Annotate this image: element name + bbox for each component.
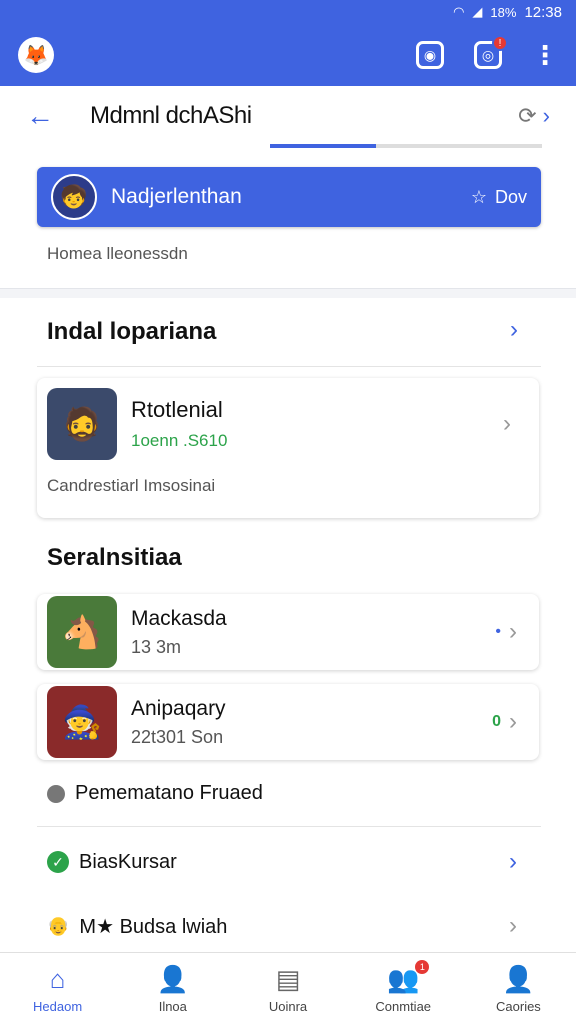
card-name: Rtotlenial xyxy=(131,397,223,422)
item-sub: 22t301 Son xyxy=(131,726,224,747)
check-icon: ✓ xyxy=(47,851,69,873)
game-thumbnail: 🧙 xyxy=(47,686,117,758)
item-name: Anipaqary xyxy=(131,696,226,720)
chevron-right-icon: › xyxy=(509,848,517,875)
chevron-right-icon: › xyxy=(509,618,517,645)
chevron-right-icon: › xyxy=(503,410,511,437)
status-badge: 0 xyxy=(492,713,501,730)
account-action[interactable]: ☆ Dov xyxy=(471,187,527,208)
tab-news[interactable]: ▤ Uoinra xyxy=(230,953,345,1024)
tab-home[interactable]: ⌂ Hedaom xyxy=(0,953,115,1024)
notifications-icon[interactable]: ◎! xyxy=(474,35,508,69)
account-banner[interactable]: 🧒 Nadjerlenthan ☆ Dov xyxy=(37,167,541,227)
featured-card[interactable]: 🧔 Rtotlenial 1oenn .S610 › Candrestiarl … xyxy=(37,378,539,518)
status-bar: ◠ ◢ 18% 12:38 xyxy=(0,0,576,24)
tab-community[interactable]: 👥 1 Conmtiae xyxy=(346,953,461,1024)
tab-label: Uoinra xyxy=(268,998,308,1014)
divider xyxy=(37,366,541,367)
title-bar: ← Mdmnl dchAShi ⟳ › xyxy=(0,86,576,146)
more-options-icon[interactable]: ⋮ xyxy=(532,42,558,68)
game-thumbnail: 🐴 xyxy=(47,596,117,668)
people-icon: 👥 1 xyxy=(387,959,430,995)
refresh-icon[interactable]: ⟳ › xyxy=(518,103,550,129)
avatar: 🧒 xyxy=(51,174,97,220)
item-name: Mackasda xyxy=(131,606,227,630)
item-sub: 13 3m xyxy=(131,636,182,657)
list-item[interactable]: 👴 M★ Budsa lwiah › xyxy=(47,912,539,940)
section-title: Seralnsitiaa xyxy=(47,544,182,571)
list-item[interactable]: 🐴 Mackasda 13 3m • › xyxy=(37,594,539,670)
profile-icon: 👤 xyxy=(502,963,535,994)
person-icon: 👤 xyxy=(156,963,189,994)
chevron-right-icon: › xyxy=(509,912,517,939)
status-dot-icon xyxy=(47,784,65,803)
app-bar: 🦊 ◉ ◎! ⋮ xyxy=(0,24,576,86)
tab-person[interactable]: 👤 Ilnoa xyxy=(115,953,230,1024)
battery-level: 18% xyxy=(490,4,517,20)
account-name: Nadjerlenthan xyxy=(111,185,242,208)
item-label: M★ Budsa lwiah xyxy=(79,915,228,938)
camera-icon[interactable]: ◉ xyxy=(416,41,444,69)
bottom-tab-bar: ⌂ Hedaom 👤 Ilnoa ▤ Uoinra 👥 1 Conmtiae 👤 … xyxy=(0,952,576,1024)
tab-label: Conmtiae xyxy=(375,998,432,1014)
chevron-right-icon: › xyxy=(509,708,517,735)
status-dot: • xyxy=(495,623,501,640)
signal-icon: ◢ xyxy=(472,4,483,19)
card-price: 1oenn .S610 xyxy=(131,431,228,450)
tab-label: Ilnoa xyxy=(158,998,187,1014)
section-divider xyxy=(0,288,576,298)
page-title: Mdmnl dchAShi xyxy=(90,102,252,129)
list-item[interactable]: 🧙 Anipaqary 22t301 Son 0 › xyxy=(37,684,539,760)
tab-label: Hedaom xyxy=(33,998,83,1014)
item-label: Pemematano Fruaed xyxy=(75,782,263,804)
star-icon: ☆ xyxy=(470,186,487,207)
app-logo-icon[interactable]: 🦊 xyxy=(18,37,54,73)
divider xyxy=(37,826,541,827)
progress-bar xyxy=(270,144,542,148)
card-caption: Candrestiarl Imsosinai xyxy=(47,476,216,495)
account-action-label: Dov xyxy=(494,186,527,207)
section-title: Indal lopariana xyxy=(47,318,217,345)
chevron-right-icon[interactable]: › xyxy=(510,316,518,344)
status-time: 12:38 xyxy=(524,3,562,21)
tab-profile[interactable]: 👤 Caories xyxy=(461,953,576,1024)
game-thumbnail: 🧔 xyxy=(47,388,117,460)
tab-badge: 1 xyxy=(415,959,430,974)
tab-label: Caories xyxy=(496,998,541,1014)
list-item[interactable]: ✓ BiasKursar › xyxy=(47,848,539,876)
subcaption: Homea lleonessdn xyxy=(47,244,188,263)
item-label: BiasKursar xyxy=(79,850,177,873)
avatar-icon: 👴 xyxy=(47,915,70,936)
news-icon: ▤ xyxy=(275,963,301,994)
wifi-icon: ◠ xyxy=(453,4,465,19)
home-icon: ⌂ xyxy=(49,963,66,994)
list-item[interactable]: Pemematano Fruaed xyxy=(47,782,539,805)
back-arrow-icon[interactable]: ← xyxy=(26,100,66,132)
notification-badge: ! xyxy=(492,35,508,51)
